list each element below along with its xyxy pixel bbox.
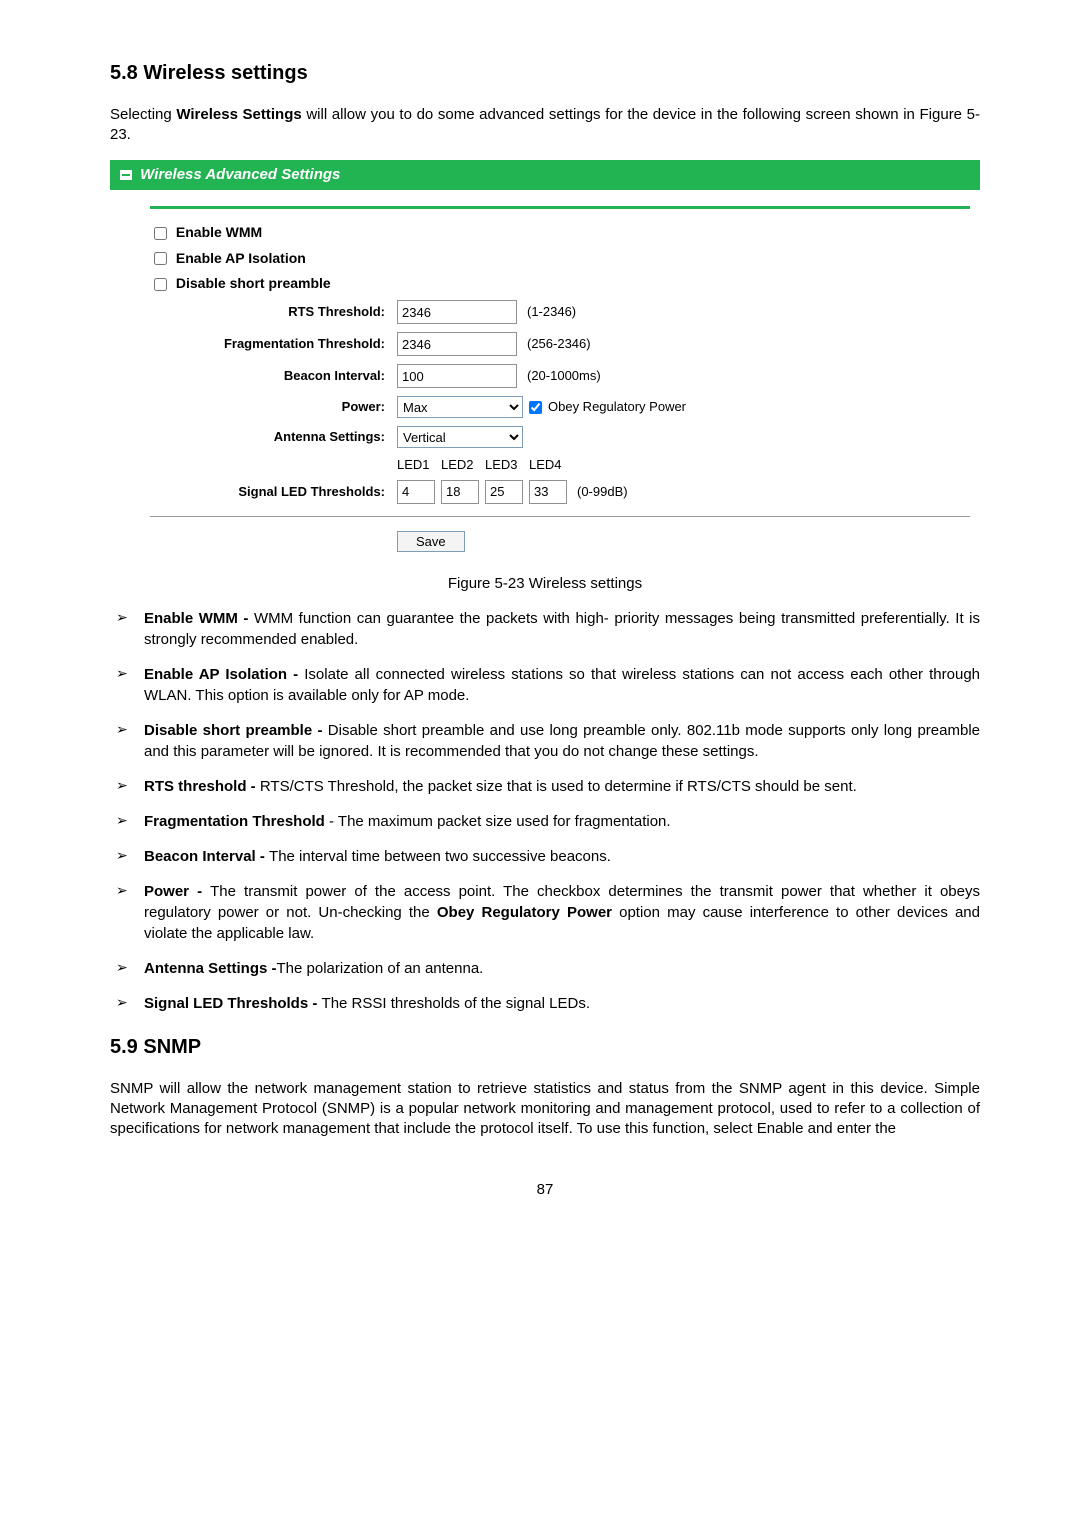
intro-paragraph: Selecting Wireless Settings will allow y… <box>110 105 980 146</box>
enable-wmm-checkbox[interactable] <box>154 227 167 240</box>
power-row: Power: Max Obey Regulatory Power <box>150 396 970 418</box>
rts-row: RTS Threshold: (1-2346) <box>150 300 970 324</box>
antenna-label: Antenna Settings: <box>150 428 397 446</box>
led4-header: LED4 <box>529 456 565 474</box>
bullet-power: Power - The transmit power of the access… <box>110 881 980 944</box>
frag-row: Fragmentation Threshold: (256-2346) <box>150 332 970 356</box>
intro-before: Selecting <box>110 106 176 123</box>
rts-label: RTS Threshold: <box>150 303 397 321</box>
led1-header: LED1 <box>397 456 433 474</box>
led-headers: LED1 LED2 LED3 LED4 <box>397 456 565 474</box>
disable-short-preamble-label: Disable short preamble <box>176 275 331 291</box>
antenna-row: Antenna Settings: Vertical <box>150 426 970 448</box>
led1-input[interactable] <box>397 480 435 504</box>
panel-header: Wireless Advanced Settings <box>110 160 980 190</box>
bullet-rts-threshold: RTS threshold - RTS/CTS Threshold, the p… <box>110 776 980 797</box>
antenna-select[interactable]: Vertical <box>397 426 523 448</box>
bullet-antenna-settings: Antenna Settings -The polarization of an… <box>110 958 980 979</box>
enable-wmm-row: Enable WMM <box>150 223 970 243</box>
power-label: Power: <box>150 398 397 416</box>
enable-ap-isolation-checkbox[interactable] <box>154 252 167 265</box>
beacon-input[interactable] <box>397 364 517 388</box>
obey-regulatory-label: Obey Regulatory Power <box>548 398 686 416</box>
led2-header: LED2 <box>441 456 477 474</box>
led-header-row: LED1 LED2 LED3 LED4 <box>150 456 970 478</box>
figure-caption: Figure 5-23 Wireless settings <box>110 574 980 594</box>
panel-header-title: Wireless Advanced Settings <box>140 166 340 183</box>
rts-input[interactable] <box>397 300 517 324</box>
intro-bold: Wireless Settings <box>176 106 301 123</box>
bullet-disable-short-preamble: Disable short preamble - Disable short p… <box>110 720 980 762</box>
description-list: Enable WMM - WMM function can guarantee … <box>110 608 980 1014</box>
section-heading-wireless: 5.8 Wireless settings <box>110 60 980 87</box>
bullet-fragmentation: Fragmentation Threshold - The maximum pa… <box>110 811 980 832</box>
beacon-hint: (20-1000ms) <box>527 367 601 385</box>
frag-label: Fragmentation Threshold: <box>150 335 397 353</box>
section-heading-snmp: 5.9 SNMP <box>110 1034 980 1061</box>
enable-ap-isolation-label: Enable AP Isolation <box>176 250 306 266</box>
led4-input[interactable] <box>529 480 567 504</box>
beacon-label: Beacon Interval: <box>150 367 397 385</box>
bullet-beacon-interval: Beacon Interval - The interval time betw… <box>110 846 980 867</box>
snmp-paragraph: SNMP will allow the network management s… <box>110 1079 980 1140</box>
led3-input[interactable] <box>485 480 523 504</box>
bullet-enable-wmm: Enable WMM - WMM function can guarantee … <box>110 608 980 650</box>
bullet-signal-led-thresholds: Signal LED Thresholds - The RSSI thresho… <box>110 993 980 1014</box>
frag-input[interactable] <box>397 332 517 356</box>
rts-hint: (1-2346) <box>527 303 576 321</box>
save-button[interactable]: Save <box>397 531 465 552</box>
disable-short-preamble-row: Disable short preamble <box>150 274 970 294</box>
divider <box>150 206 970 209</box>
enable-ap-isolation-row: Enable AP Isolation <box>150 249 970 269</box>
led2-input[interactable] <box>441 480 479 504</box>
enable-wmm-label: Enable WMM <box>176 224 262 240</box>
led3-header: LED3 <box>485 456 521 474</box>
divider-bottom <box>150 516 970 517</box>
led-label: Signal LED Thresholds: <box>150 483 397 501</box>
power-select[interactable]: Max <box>397 396 523 418</box>
page-number: 87 <box>110 1180 980 1200</box>
collapse-icon <box>120 170 132 180</box>
frag-hint: (256-2346) <box>527 335 591 353</box>
wireless-advanced-panel: Wireless Advanced Settings Enable WMM En… <box>110 160 980 564</box>
led-hint: (0-99dB) <box>577 483 628 501</box>
bullet-enable-ap-isolation: Enable AP Isolation - Isolate all connec… <box>110 664 980 706</box>
obey-regulatory-checkbox[interactable] <box>529 401 542 414</box>
led-row: Signal LED Thresholds: (0-99dB) <box>150 480 970 504</box>
disable-short-preamble-checkbox[interactable] <box>154 278 167 291</box>
beacon-row: Beacon Interval: (20-1000ms) <box>150 364 970 388</box>
